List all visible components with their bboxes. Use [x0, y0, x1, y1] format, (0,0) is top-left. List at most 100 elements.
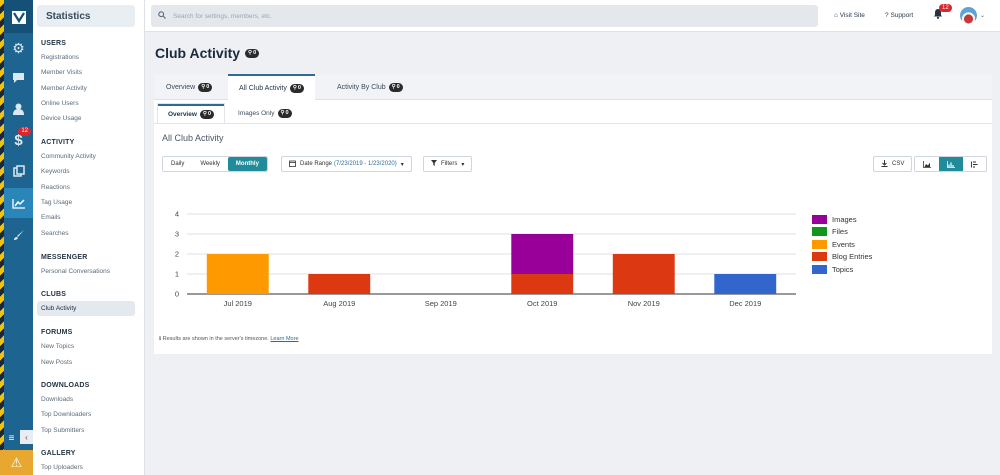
chart-legend: Images Files Events Blog Entries Topics	[812, 213, 872, 276]
sidebar-item-club-activity[interactable]: Club Activity	[37, 301, 135, 316]
bar-segment	[612, 254, 675, 294]
page-title-text: Club Activity	[155, 45, 241, 61]
sidebar-item-downloads[interactable]: Downloads	[41, 396, 73, 403]
caret-down-icon: ▾	[461, 161, 465, 168]
search-icon	[158, 11, 166, 21]
tab-activity-by-club-count: 0	[396, 83, 400, 90]
legend-item[interactable]: Events	[812, 238, 872, 251]
dashboard-icon[interactable]: ⚙	[4, 33, 33, 63]
divider	[154, 123, 992, 124]
legend-item[interactable]: Images	[812, 213, 872, 226]
caret-down-icon: ▾	[400, 161, 404, 168]
bar-segment	[511, 274, 574, 294]
sidebar-item-new-posts[interactable]: New Posts	[41, 359, 72, 366]
eye-icon: ⚲	[292, 85, 297, 91]
section-heading-activity: ACTIVITY	[41, 139, 75, 146]
subtab-overview-badge: ⚲ 0	[199, 110, 215, 119]
chart-heading: All Club Activity	[162, 133, 224, 143]
tab-activity-by-club-badge: ⚲ 0	[388, 82, 403, 92]
sidebar-item-reactions[interactable]: Reactions	[41, 184, 70, 191]
view-count-badge: ⚲ 0	[245, 48, 260, 58]
legend-item[interactable]: Topics	[812, 263, 872, 276]
legend-item[interactable]: Files	[812, 226, 872, 239]
sidebar-item-emails[interactable]: Emails	[41, 214, 61, 221]
period-monthly-button[interactable]: Monthly	[227, 157, 267, 171]
sidebar-item-community-activity[interactable]: Community Activity	[41, 153, 96, 160]
filters-button[interactable]: Filters ▾	[423, 156, 473, 172]
sidebar-item-new-topics[interactable]: New Topics	[41, 343, 74, 350]
legend-label: Files	[832, 227, 848, 237]
sidebar-title: Statistics	[37, 5, 135, 27]
view-count-value: 0	[253, 49, 257, 56]
period-weekly-button[interactable]: Weekly	[192, 157, 228, 171]
learn-more-link[interactable]: Learn More	[270, 336, 298, 342]
subtab-images-only[interactable]: Images Only ⚲ 0	[228, 104, 302, 123]
csv-download-button[interactable]: CSV	[873, 156, 913, 172]
legend-swatch	[812, 214, 827, 224]
avatar[interactable]	[960, 7, 977, 24]
brush-icon[interactable]	[4, 220, 33, 250]
sidebar-item-top-downloaders[interactable]: Top Downloaders	[41, 411, 91, 418]
visit-site-link[interactable]: ⌂ Visit Site	[834, 12, 865, 19]
home-icon: ⌂	[834, 12, 838, 19]
download-icon	[881, 159, 888, 169]
y-tick-label: 1	[175, 270, 179, 279]
period-daily-button[interactable]: Daily	[163, 157, 192, 171]
sidebar-item-registrations[interactable]: Registrations	[41, 54, 79, 61]
tab-activity-by-club[interactable]: Activity By Club ⚲ 0	[326, 74, 414, 100]
legend-label: Images	[832, 214, 857, 224]
tab-all-club-activity[interactable]: All Club Activity ⚲ 0	[228, 74, 315, 101]
y-tick-label: 2	[175, 250, 179, 259]
sidebar-item-searches[interactable]: Searches	[41, 230, 68, 237]
sidebar-item-member-visits[interactable]: Member Visits	[41, 69, 82, 76]
subtab-images-only-badge: ⚲ 0	[277, 109, 292, 118]
sidebar-item-top-uploaders[interactable]: Top Uploaders	[41, 464, 83, 471]
date-range-label: Date Range	[300, 161, 333, 167]
legend-item[interactable]: Blog Entries	[812, 251, 872, 264]
legend-swatch	[812, 252, 827, 262]
legend-swatch	[812, 264, 827, 274]
column-chart-icon[interactable]	[939, 157, 963, 171]
notifications-button[interactable]: 12	[933, 4, 952, 22]
y-tick-label: 3	[175, 230, 179, 239]
bar-segment	[206, 254, 269, 294]
chat-icon[interactable]	[4, 63, 33, 93]
user-icon[interactable]	[4, 94, 33, 124]
legend-swatch	[812, 239, 827, 249]
logo-icon[interactable]	[4, 0, 33, 33]
tab-overview[interactable]: Overview ⚲ 0	[155, 74, 223, 100]
support-link[interactable]: ? Support	[885, 12, 913, 19]
subtab-overview[interactable]: Overview ⚲ 0	[158, 104, 225, 123]
clipboard-icon[interactable]	[4, 156, 33, 186]
collapse-icon[interactable]: ‹	[20, 430, 33, 444]
subtab-overview-count: 0	[207, 111, 212, 117]
section-heading-forums: FORUMS	[41, 329, 73, 336]
section-heading-users: USERS	[41, 40, 67, 47]
table-view-icon[interactable]	[963, 157, 986, 171]
help-icon: ?	[885, 12, 889, 19]
menu-icon[interactable]: ≡	[4, 432, 19, 444]
eye-icon: ⚲	[391, 83, 396, 90]
filters-label: Filters	[441, 161, 458, 167]
filter-icon	[431, 160, 437, 168]
section-heading-clubs: CLUBS	[41, 291, 67, 298]
rail-badge: 12	[18, 127, 31, 136]
sidebar-item-top-submitters[interactable]: Top Submitters	[41, 427, 84, 434]
date-range-button[interactable]: Date Range (7/23/2019 - 1/23/2020) ▾	[281, 156, 412, 172]
dollar-icon[interactable]: $ 12	[4, 125, 33, 155]
top-bar: Search for settings, members, etc. ⌂ Vis…	[145, 0, 1000, 32]
sidebar-item-personal-conversations[interactable]: Personal Conversations	[41, 268, 110, 275]
sidebar-item-keywords[interactable]: Keywords	[41, 168, 70, 175]
notification-badge: 12	[939, 4, 952, 12]
chevron-down-icon[interactable]: ⌄	[980, 12, 985, 19]
stats-icon[interactable]	[4, 188, 33, 218]
primary-tabs: Overview ⚲ 0 All Club Activity ⚲ 0 Activit…	[154, 74, 992, 101]
sidebar-item-tag-usage[interactable]: Tag Usage	[41, 199, 72, 206]
search-input[interactable]: Search for settings, members, etc.	[151, 5, 818, 27]
warning-icon[interactable]: ⚠	[0, 450, 33, 475]
sidebar-item-online-users[interactable]: Online Users	[41, 100, 79, 107]
x-tick-label: Nov 2019	[628, 299, 660, 308]
area-chart-icon[interactable]	[915, 157, 939, 171]
sidebar-item-device-usage[interactable]: Device Usage	[41, 115, 81, 122]
sidebar-item-member-activity[interactable]: Member Activity	[41, 85, 87, 92]
